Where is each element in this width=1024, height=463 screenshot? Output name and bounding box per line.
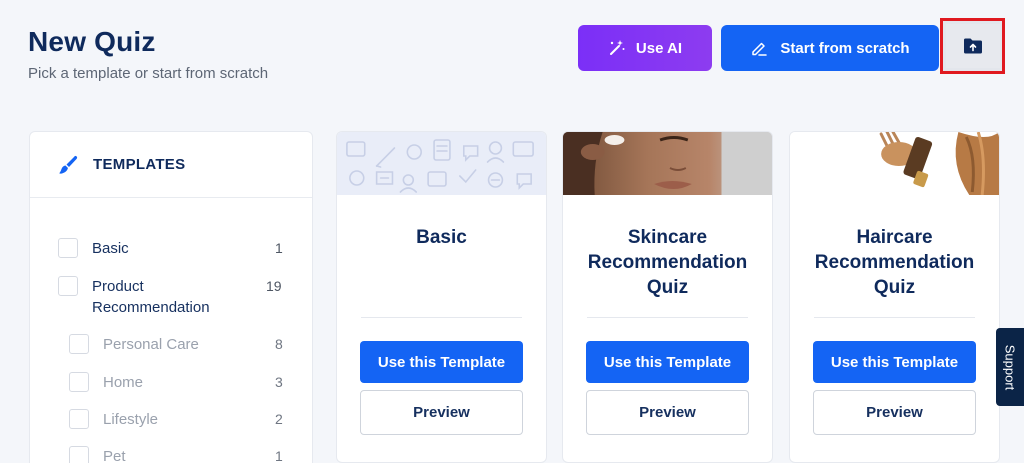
haircare-products-image: [790, 132, 999, 196]
pencil-icon: [752, 42, 768, 56]
card-divider: [814, 317, 975, 318]
basic-pattern-image: [337, 132, 546, 195]
start-from-scratch-button[interactable]: Start from scratch: [721, 25, 939, 71]
preview-button[interactable]: Preview: [586, 390, 749, 435]
category-count: 1: [275, 448, 283, 463]
templates-header: TEMPLATES: [30, 132, 312, 198]
category-checkbox[interactable]: [69, 446, 89, 463]
category-checkbox[interactable]: [69, 334, 89, 354]
import-quiz-button[interactable]: [940, 18, 1005, 74]
card-title: Skincare Recommendation Quiz: [587, 227, 748, 298]
templates-heading: TEMPLATES: [93, 156, 186, 173]
card-divider: [587, 317, 748, 318]
use-template-button[interactable]: Use this Template: [586, 341, 749, 383]
category-home[interactable]: Home: [69, 372, 253, 393]
category-count: 2: [275, 411, 283, 427]
category-count: 1: [275, 240, 283, 256]
use-template-button[interactable]: Use this Template: [360, 341, 523, 383]
card-title: Haircare Recommendation Quiz: [814, 227, 975, 298]
use-ai-button[interactable]: Use AI: [578, 25, 712, 71]
template-card-haircare: Haircare Recommendation Quiz Use this Te…: [789, 131, 1000, 463]
skincare-face-image: [563, 132, 772, 195]
card-title: Basic: [416, 227, 467, 248]
use-ai-label: Use AI: [635, 39, 683, 57]
magic-wand-icon: [609, 40, 625, 55]
category-checkbox[interactable]: [58, 276, 78, 296]
use-template-button[interactable]: Use this Template: [813, 341, 976, 383]
category-count: 3: [275, 374, 283, 390]
category-product-recommendation[interactable]: Product Recommendation: [58, 276, 242, 318]
support-tab[interactable]: Support: [996, 328, 1024, 406]
category-label: Product Recommendation: [92, 278, 210, 316]
category-checkbox[interactable]: [69, 372, 89, 392]
template-card-basic: Basic Use this Template Preview: [336, 131, 547, 463]
category-checkbox[interactable]: [69, 409, 89, 429]
page-title: New Quiz: [28, 26, 156, 57]
category-checkbox[interactable]: [58, 238, 78, 258]
category-pet[interactable]: Pet: [69, 446, 253, 463]
category-label: Basic: [92, 240, 129, 257]
category-label: Personal Care: [103, 336, 199, 353]
category-basic[interactable]: Basic: [58, 238, 252, 259]
category-label: Pet: [103, 448, 126, 463]
category-count: 8: [275, 336, 283, 352]
paintbrush-icon: [59, 155, 78, 174]
support-label: Support: [1002, 344, 1018, 390]
card-divider: [361, 317, 522, 318]
templates-sidebar: TEMPLATES Basic 1 Product Recommendation…: [29, 131, 313, 463]
preview-button[interactable]: Preview: [813, 390, 976, 435]
page-subtitle: Pick a template or start from scratch: [28, 65, 269, 82]
preview-button[interactable]: Preview: [360, 390, 523, 435]
category-label: Home: [103, 374, 144, 391]
category-lifestyle[interactable]: Lifestyle: [69, 409, 253, 430]
start-from-scratch-label: Start from scratch: [780, 39, 910, 57]
category-label: Lifestyle: [103, 411, 159, 428]
template-card-skincare: Skincare Recommendation Quiz Use this Te…: [562, 131, 773, 463]
category-personal-care[interactable]: Personal Care: [69, 334, 253, 355]
folder-upload-icon: [963, 38, 982, 54]
category-count: 19: [266, 278, 282, 294]
